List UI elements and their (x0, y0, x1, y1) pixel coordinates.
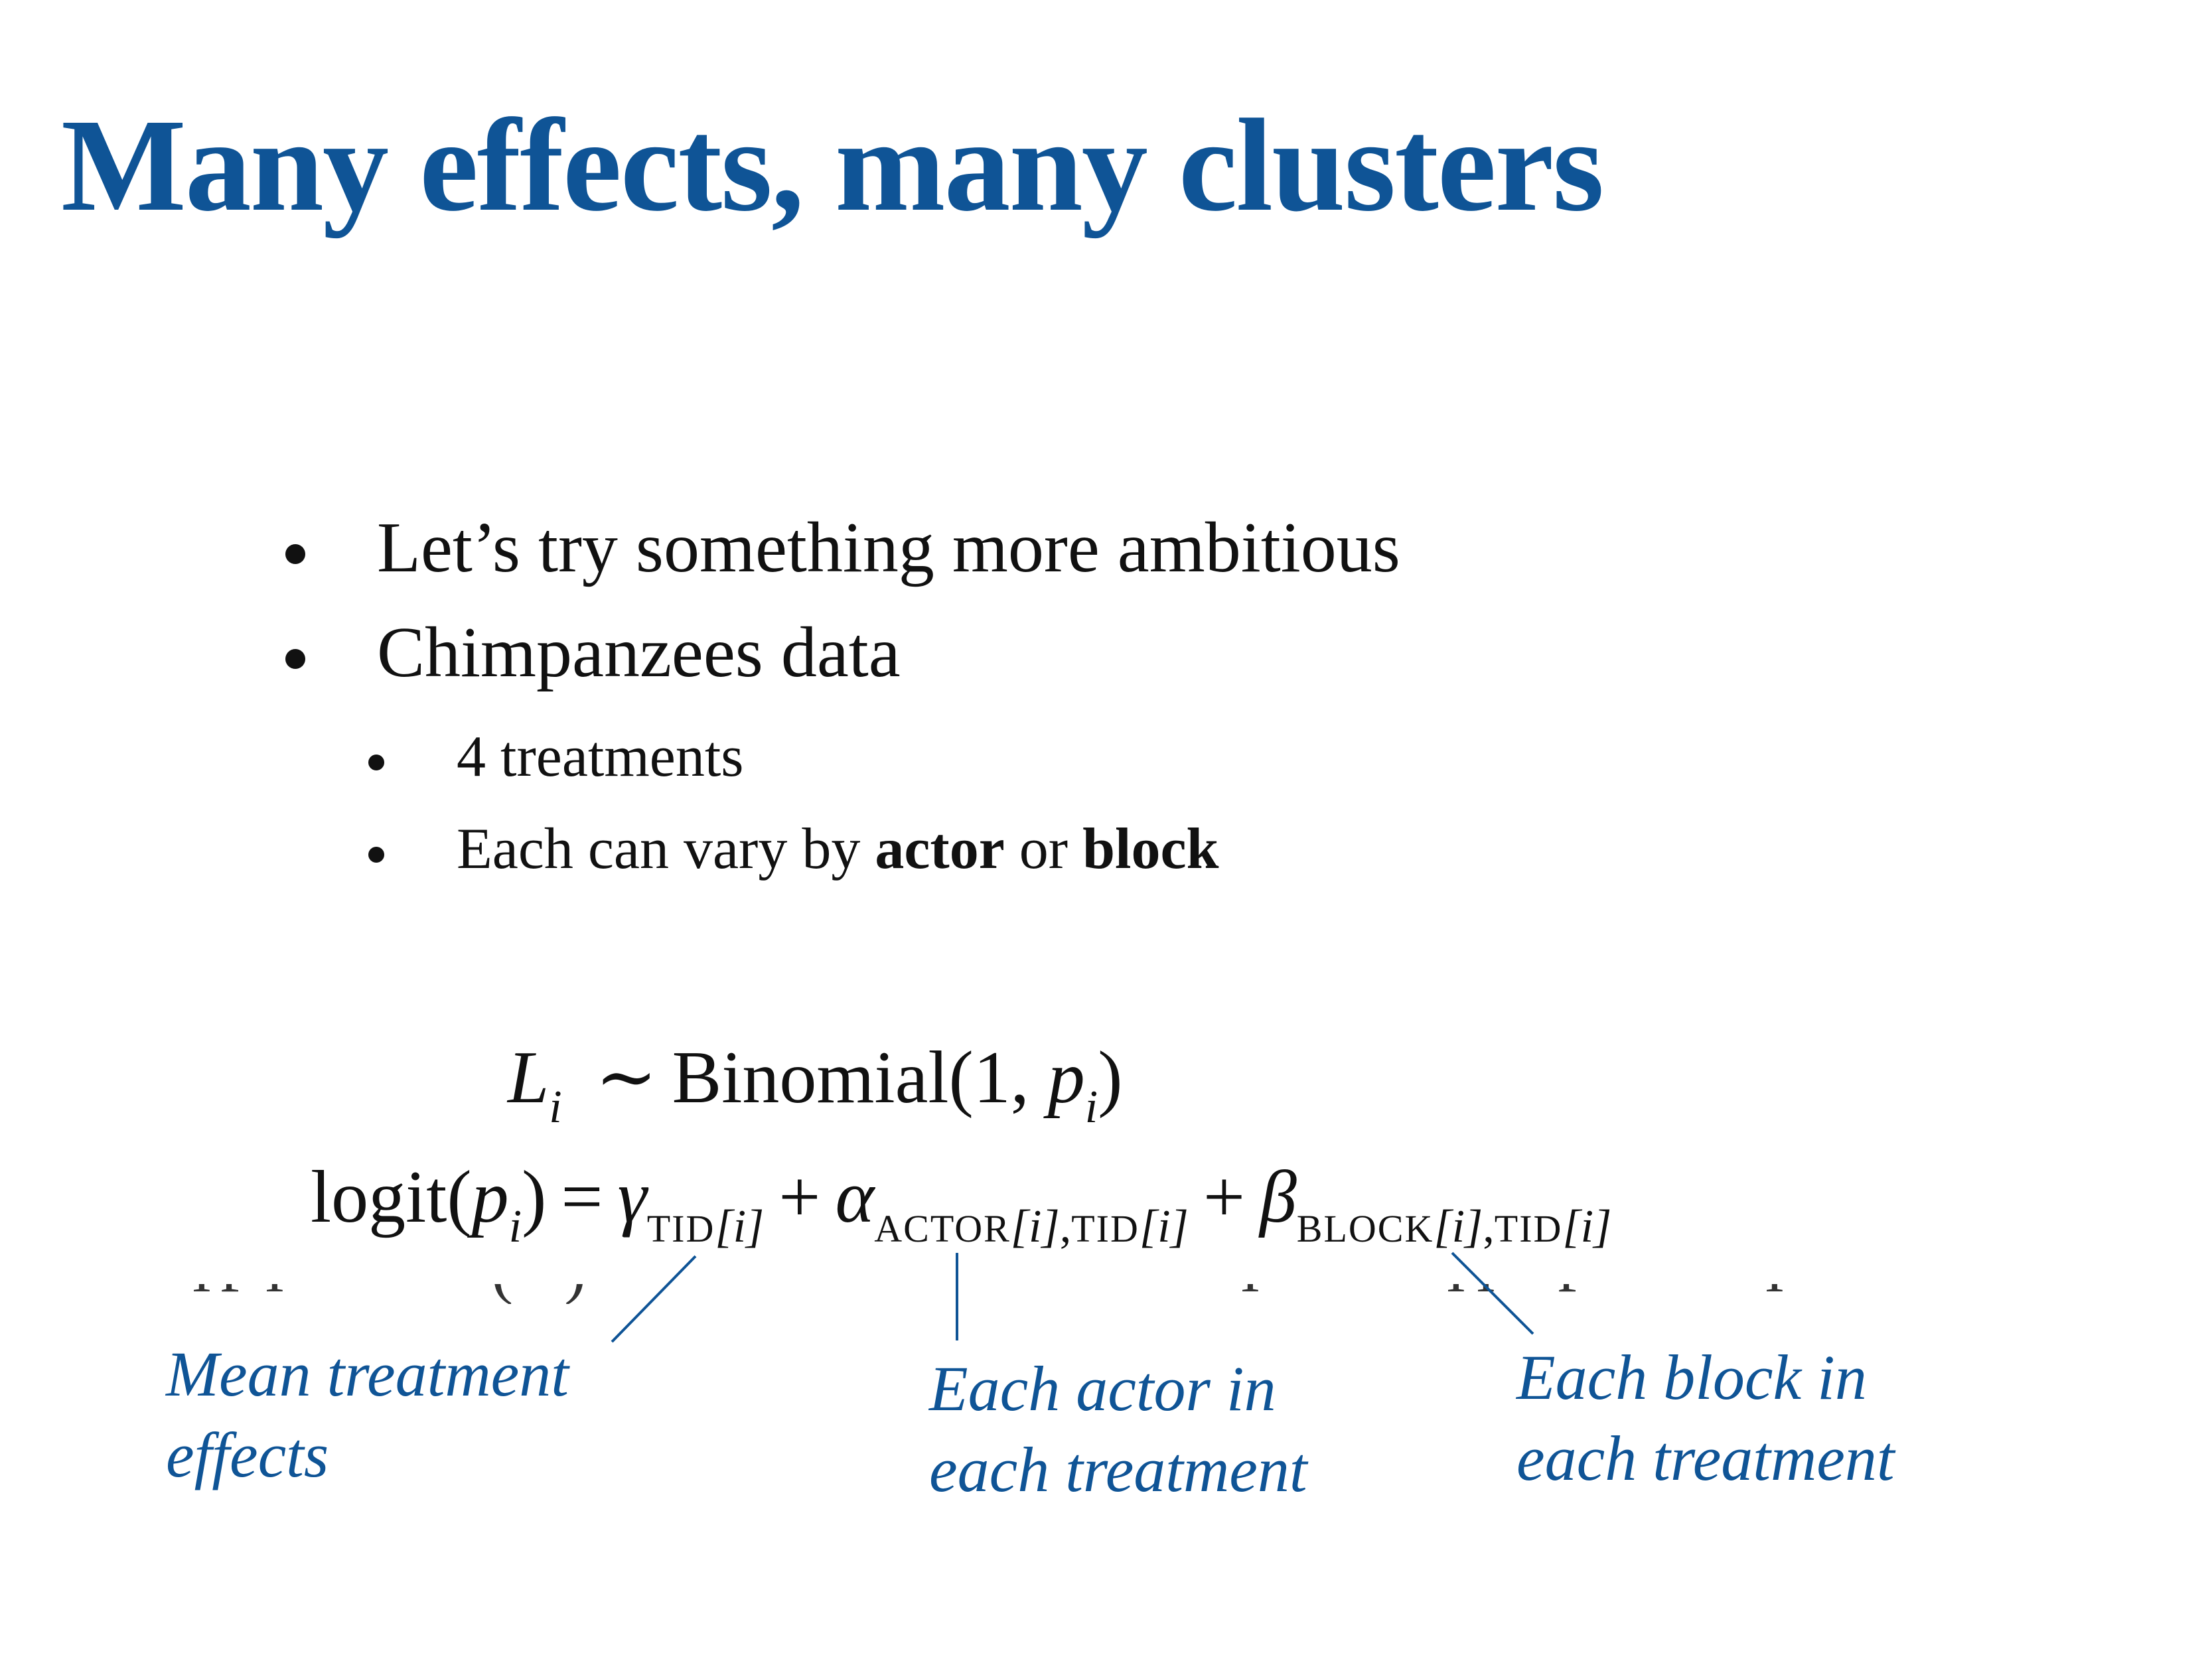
leader-line-gamma (611, 1255, 697, 1343)
annotation-line: each treatment (929, 1434, 1307, 1505)
annotation-line: Each block in (1516, 1342, 1867, 1413)
leader-line-beta (1451, 1252, 1534, 1335)
annotation-line: effects (166, 1419, 329, 1490)
annotation-mean-treatment: Mean treatment effects (166, 1334, 569, 1496)
annotation-line: Each actor in (929, 1353, 1276, 1424)
annotation-line: each treatment (1516, 1423, 1895, 1494)
annotation-block: Each block in each treatment (1516, 1337, 1895, 1499)
annotation-line: Mean treatment (166, 1338, 569, 1409)
annotation-actor: Each actor in each treatment (929, 1348, 1307, 1510)
